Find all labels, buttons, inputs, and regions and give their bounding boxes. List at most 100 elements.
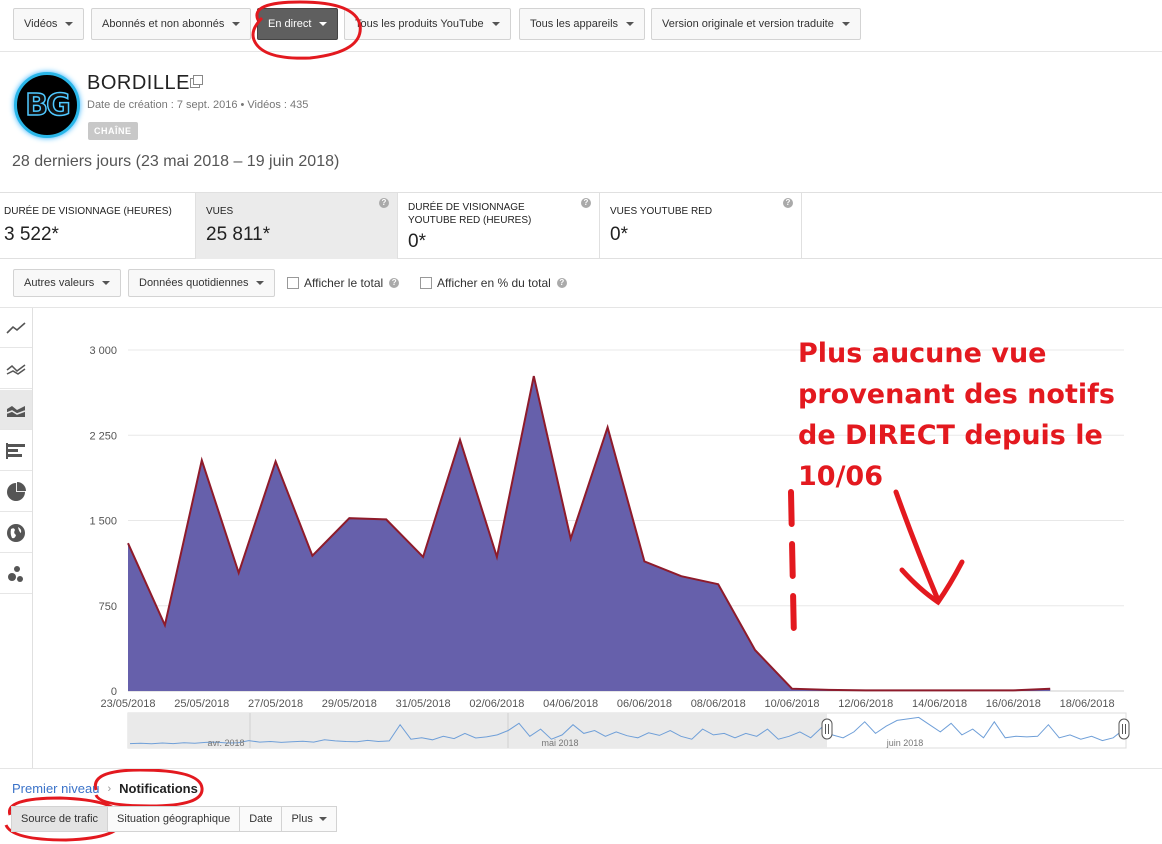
dimension-tabs: Source de trafic Situation géographique … (11, 806, 337, 832)
y-tick-label: 0 (111, 686, 117, 698)
navigator-month-label: avr. 2018 (207, 738, 244, 748)
x-tick-label: 29/05/2018 (322, 698, 377, 710)
metric-label: VUES (206, 206, 234, 217)
metric-views[interactable]: VUES 25 811* ? (196, 193, 398, 259)
tab-traffic-source[interactable]: Source de trafic (11, 806, 109, 832)
x-tick-label: 08/06/2018 (691, 698, 746, 710)
filter-bar: Vidéos Abonnés et non abonnés En direct … (0, 0, 1162, 52)
help-icon[interactable]: ? (379, 198, 389, 208)
checkbox-label: Afficher en % du total (437, 276, 551, 290)
chart-controls: Autres valeurs Données quotidiennes Affi… (0, 259, 1162, 308)
y-tick-label: 1 500 (89, 516, 117, 528)
help-icon[interactable]: ? (556, 278, 567, 288)
date-range-navigator[interactable]: avr. 2018 mai 2018 juin 2018 (127, 712, 1130, 749)
caret-down-icon (232, 22, 241, 26)
x-tick-label: 06/06/2018 (617, 698, 672, 710)
dropdown-label: Données quotidiennes (139, 277, 249, 289)
pie-chart-button[interactable] (0, 472, 32, 512)
line-chart-button[interactable] (0, 308, 32, 348)
chevron-right-icon: › (107, 782, 112, 795)
channel-avatar[interactable]: BG (14, 72, 80, 138)
date-range[interactable]: 28 derniers jours (23 mai 2018 – 19 juin… (12, 153, 339, 171)
filter-language-dropdown[interactable]: Version originale et version traduite (651, 8, 861, 40)
filter-products-dropdown[interactable]: Tous les produits YouTube (344, 8, 511, 40)
filter-label: En direct (268, 18, 312, 30)
x-tick-label: 25/05/2018 (174, 698, 229, 710)
dropdown-label: Autres valeurs (24, 277, 95, 289)
checkbox[interactable] (287, 277, 299, 289)
granularity-dropdown[interactable]: Données quotidiennes (128, 269, 276, 297)
tab-more[interactable]: Plus (281, 806, 337, 832)
y-tick-label: 3 000 (89, 345, 117, 357)
stacked-area-chart-icon (6, 405, 26, 417)
show-total-checkbox[interactable]: Afficher le total ? (287, 276, 400, 290)
caret-down-icon (256, 281, 265, 285)
chart-type-sidebar (0, 308, 33, 768)
x-tick-label: 04/06/2018 (543, 698, 598, 710)
x-tick-label: 10/06/2018 (764, 698, 819, 710)
metric-label: DURÉE DE VISIONNAGE YOUTUBE RED (HEURES) (408, 202, 532, 226)
tab-label: Plus (291, 813, 313, 825)
checkbox[interactable] (420, 277, 432, 289)
stacked-area-chart-button[interactable] (0, 390, 32, 430)
filter-label: Abonnés et non abonnés (102, 18, 225, 30)
pie-chart-icon (7, 481, 26, 501)
map-chart-button[interactable] (0, 513, 32, 553)
external-link-icon[interactable] (190, 75, 203, 88)
metric-label: VUES YOUTUBE RED (610, 206, 713, 217)
navigator-month-label: mai 2018 (541, 738, 578, 748)
help-icon[interactable]: ? (389, 278, 400, 288)
x-tick-label: 18/06/2018 (1060, 698, 1115, 710)
filter-label: Tous les appareils (530, 18, 619, 30)
x-tick-label: 14/06/2018 (912, 698, 967, 710)
bubble-chart-button[interactable] (0, 554, 32, 594)
annotation-text: Plus aucune vue provenant des notifs de … (798, 338, 1115, 492)
metric-value: 3 522* (4, 224, 59, 245)
navigator-handle[interactable] (821, 718, 833, 740)
metric-value: 0* (408, 231, 426, 252)
help-icon[interactable]: ? (581, 198, 591, 208)
breadcrumb-root-link[interactable]: Premier niveau (12, 781, 99, 796)
metric-value: 25 811* (206, 224, 271, 245)
help-icon[interactable]: ? (783, 198, 793, 208)
show-percent-checkbox[interactable]: Afficher en % du total ? (420, 276, 567, 290)
x-tick-label: 31/05/2018 (396, 698, 451, 710)
x-tick-label: 27/05/2018 (248, 698, 303, 710)
line-chart-icon (6, 321, 26, 334)
caret-down-icon (65, 22, 74, 26)
values-dropdown[interactable]: Autres valeurs (13, 269, 122, 297)
x-tick-label: 16/06/2018 (986, 698, 1041, 710)
filter-live-dropdown[interactable]: En direct (257, 8, 339, 40)
x-tick-label: 02/06/2018 (469, 698, 524, 710)
navigator-handle[interactable] (1118, 718, 1130, 740)
filter-label: Vidéos (24, 18, 58, 30)
channel-meta: Date de création : 7 sept. 2016 • Vidéos… (87, 99, 309, 111)
report-footer: Premier niveau › Notifications Source de… (0, 768, 1162, 844)
y-tick-label: 750 (99, 601, 117, 613)
metric-watch-time[interactable]: DURÉE DE VISIONNAGE (HEURES) 3 522* (0, 193, 196, 259)
caret-down-icon (626, 22, 635, 26)
caret-down-icon (491, 22, 500, 26)
metric-value: 0* (610, 224, 628, 245)
filter-videos-dropdown[interactable]: Vidéos (13, 8, 85, 40)
metric-red-views[interactable]: VUES YOUTUBE RED 0* ? (600, 193, 802, 259)
multi-line-chart-button[interactable] (0, 349, 32, 389)
filter-subscribers-dropdown[interactable]: Abonnés et non abonnés (91, 8, 252, 40)
channel-name[interactable]: BORDILLE (87, 72, 190, 95)
navigator-month-label: juin 2018 (886, 738, 924, 748)
metric-label: DURÉE DE VISIONNAGE (HEURES) (4, 206, 172, 217)
channel-header: BG BORDILLE Date de création : 7 sept. 2… (0, 52, 1162, 192)
filter-label: Tous les produits YouTube (355, 18, 484, 30)
caret-down-icon (841, 22, 850, 26)
tab-geography[interactable]: Situation géographique (107, 806, 241, 832)
filter-devices-dropdown[interactable]: Tous les appareils (519, 8, 646, 40)
metric-red-watch-time[interactable]: DURÉE DE VISIONNAGE YOUTUBE RED (HEURES)… (398, 193, 600, 259)
bar-chart-icon (6, 442, 25, 459)
y-tick-label: 2 250 (89, 430, 117, 442)
filter-label: Version originale et version traduite (662, 18, 834, 30)
tab-date[interactable]: Date (239, 806, 283, 832)
y-axis: 3 000 2 250 1 500 750 0 (89, 345, 117, 698)
caret-down-icon (319, 22, 328, 26)
bar-chart-button[interactable] (0, 431, 32, 471)
x-axis: 23/05/2018 25/05/2018 27/05/2018 29/05/2018… (100, 698, 1114, 710)
